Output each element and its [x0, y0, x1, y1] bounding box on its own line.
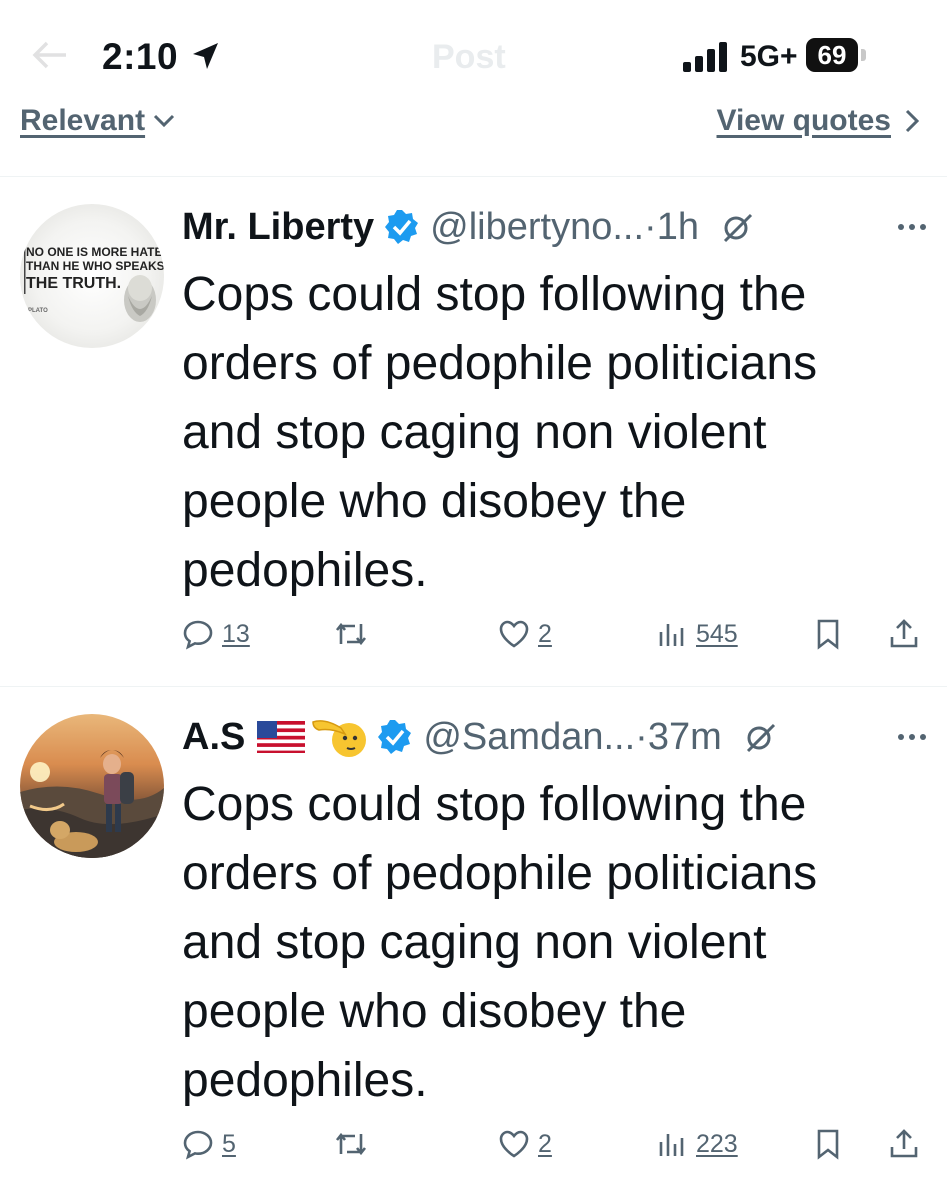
- grok-icon[interactable]: [721, 210, 755, 244]
- header-title: Post: [432, 38, 506, 76]
- view-count: 545: [696, 619, 738, 648]
- share-button[interactable]: [888, 1128, 920, 1160]
- repost-icon: [335, 1132, 367, 1156]
- network-type: 5G+: [740, 40, 798, 73]
- view-quotes-link[interactable]: View quotes: [716, 104, 919, 138]
- saluting-face-icon: [312, 720, 367, 757]
- grok-icon[interactable]: [744, 720, 778, 754]
- display-name[interactable]: Mr. Liberty: [182, 206, 374, 249]
- avatar-quote-line-1: NO ONE IS MORE HATED: [26, 245, 164, 259]
- like-button[interactable]: 2: [498, 1128, 552, 1160]
- share-button[interactable]: [888, 618, 920, 650]
- separator-dot: ·: [644, 205, 657, 248]
- status-time: 2:10: [102, 36, 179, 77]
- view-quotes-label: View quotes: [716, 104, 892, 137]
- back-arrow-icon[interactable]: [32, 40, 68, 70]
- share-icon: [890, 619, 918, 648]
- view-count: 223: [696, 1129, 738, 1158]
- avatar-photo: [20, 750, 164, 858]
- post-text: Cops could stop following the orders of …: [182, 778, 818, 1107]
- battery-tip: [861, 49, 866, 61]
- like-count: 2: [538, 1129, 552, 1158]
- repost-button[interactable]: [332, 1128, 370, 1160]
- views-icon: [659, 624, 684, 646]
- avatar-quote-author: PLATO: [28, 308, 48, 314]
- post-header: A.S @Samdan... · 37m: [182, 712, 927, 762]
- verified-badge-icon[interactable]: [377, 719, 413, 755]
- replies-sort-bar: Relevant View quotes: [0, 100, 947, 177]
- views-button[interactable]: 545: [656, 618, 738, 650]
- post-text: Cops could stop following the orders of …: [182, 268, 818, 597]
- views-button[interactable]: 223: [656, 1128, 738, 1160]
- reply-icon: [183, 620, 213, 650]
- sort-dropdown[interactable]: Relevant: [20, 104, 175, 138]
- views-icon: [659, 1134, 684, 1156]
- post-time[interactable]: 37m: [648, 716, 722, 759]
- more-icon[interactable]: [897, 222, 927, 232]
- like-icon: [499, 1130, 529, 1158]
- sort-label: Relevant: [20, 104, 146, 137]
- us-flag-icon: [257, 721, 306, 753]
- reply-icon: [183, 1130, 213, 1160]
- user-handle[interactable]: @Samdan...: [423, 716, 635, 759]
- status-bar: 2:10 Post 5G+ 69: [0, 0, 947, 110]
- like-icon: [499, 620, 529, 648]
- reply-button[interactable]: 13: [182, 618, 250, 650]
- reply-button[interactable]: 5: [182, 1128, 236, 1160]
- bookmark-button[interactable]: [812, 1128, 844, 1160]
- chevron-right-icon: [905, 109, 919, 133]
- more-icon[interactable]: [897, 732, 927, 742]
- repost-button[interactable]: [332, 618, 370, 650]
- user-handle[interactable]: @libertyno...: [430, 206, 644, 249]
- reply-count: 5: [222, 1129, 236, 1158]
- post[interactable]: A.S @Samdan... · 37m Cops could stop fol…: [0, 688, 947, 1200]
- verified-badge-icon[interactable]: [384, 209, 420, 245]
- like-count: 2: [538, 619, 552, 648]
- avatar-quote-line-3: THE TRUTH.: [26, 275, 121, 292]
- avatar-quote-line-2: THAN HE WHO SPEAKS: [26, 259, 164, 273]
- separator-dot: ·: [635, 715, 648, 758]
- signal-icon: [683, 42, 727, 72]
- avatar-quote-image: NO ONE IS MORE HATED THAN HE WHO SPEAKS …: [24, 244, 164, 322]
- reply-count: 13: [222, 619, 250, 648]
- avatar[interactable]: [20, 714, 164, 858]
- display-name[interactable]: A.S: [182, 716, 245, 759]
- post-header: Mr. Liberty @libertyno... · 1h: [182, 202, 927, 252]
- bookmark-icon: [817, 619, 839, 650]
- post-time[interactable]: 1h: [657, 206, 699, 249]
- bookmark-button[interactable]: [812, 618, 844, 650]
- share-icon: [890, 1129, 918, 1158]
- post[interactable]: NO ONE IS MORE HATED THAN HE WHO SPEAKS …: [0, 178, 947, 687]
- avatar[interactable]: NO ONE IS MORE HATED THAN HE WHO SPEAKS …: [20, 204, 164, 348]
- post-actions: 5 2 223: [182, 1128, 927, 1168]
- location-arrow-icon: [193, 43, 218, 69]
- chevron-down-icon: [154, 114, 175, 128]
- like-button[interactable]: 2: [498, 618, 552, 650]
- post-actions: 13 2 545: [182, 618, 927, 658]
- battery-level: 69: [806, 38, 858, 72]
- bookmark-icon: [817, 1129, 839, 1160]
- repost-icon: [335, 622, 367, 646]
